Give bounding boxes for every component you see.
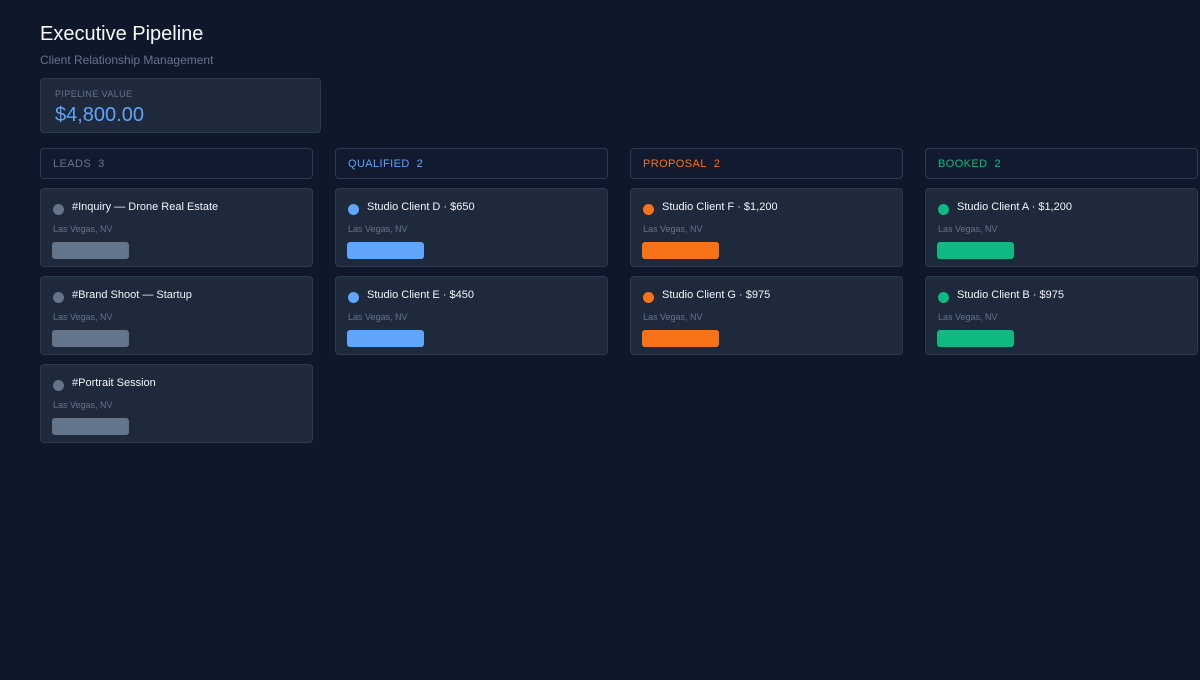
pipeline-card[interactable]: #Portrait Session Las Vegas, NV xyxy=(40,364,313,443)
card-title: Studio Client F · $1,200 xyxy=(662,201,778,213)
card-location: Las Vegas, NV xyxy=(348,224,408,234)
column-label: PROPOSAL xyxy=(643,157,707,170)
stage-pill[interactable] xyxy=(642,330,719,347)
status-dot-icon xyxy=(348,204,359,215)
column-count: 2 xyxy=(994,157,1001,170)
card-location: Las Vegas, NV xyxy=(938,224,998,234)
card-location: Las Vegas, NV xyxy=(643,224,703,234)
card-title: Studio Client D · $650 xyxy=(367,201,475,213)
status-dot-icon xyxy=(53,204,64,215)
column-header-leads[interactable]: LEADS 3 xyxy=(40,148,313,179)
pipeline-card[interactable]: #Brand Shoot — Startup Las Vegas, NV xyxy=(40,276,313,355)
column-label: BOOKED xyxy=(938,157,988,170)
stage-pill[interactable] xyxy=(347,330,424,347)
column-proposal: PROPOSAL 2 Studio Client F · $1,200 Las Veg… xyxy=(630,148,903,355)
column-booked: BOOKED 2 Studio Client A · $1,200 Las Vegas… xyxy=(925,148,1198,355)
page-header: Executive Pipeline Client Relationship M… xyxy=(40,21,213,67)
stage-pill[interactable] xyxy=(52,418,129,435)
column-leads: LEADS 3 #Inquiry — Drone Real Estate Las Ve… xyxy=(40,148,313,443)
pipeline-value-card: PIPELINE VALUE $4,800.00 xyxy=(40,78,321,133)
card-title: #Brand Shoot — Startup xyxy=(72,289,192,301)
page-title: Executive Pipeline xyxy=(40,23,204,45)
status-dot-icon xyxy=(938,204,949,215)
column-header-booked[interactable]: BOOKED 2 xyxy=(925,148,1198,179)
column-count: 2 xyxy=(713,157,721,170)
status-dot-icon xyxy=(643,204,654,215)
pipeline-card[interactable]: Studio Client F · $1,200 Las Vegas, NV xyxy=(630,188,903,267)
stage-pill[interactable] xyxy=(52,330,129,347)
column-count: 2 xyxy=(416,157,424,170)
column-qualified: QUALIFIED 2 Studio Client D · $650 Las Vega… xyxy=(335,148,608,355)
pipeline-card[interactable]: #Inquiry — Drone Real Estate Las Vegas, N… xyxy=(40,188,313,267)
pipeline-card[interactable]: Studio Client A · $1,200 Las Vegas, NV xyxy=(925,188,1198,267)
card-title: Studio Client E · $450 xyxy=(367,289,475,301)
card-title: Studio Client A · $1,200 xyxy=(957,201,1072,213)
card-title: Studio Client G · $975 xyxy=(662,289,771,301)
column-header-proposal[interactable]: PROPOSAL 2 xyxy=(630,148,903,179)
pipeline-card[interactable]: Studio Client B · $975 Las Vegas, NV xyxy=(925,276,1198,355)
status-dot-icon xyxy=(643,292,654,303)
card-location: Las Vegas, NV xyxy=(53,224,113,234)
column-header-qualified[interactable]: QUALIFIED 2 xyxy=(335,148,608,179)
column-label: QUALIFIED xyxy=(348,157,410,170)
column-count: 3 xyxy=(98,157,105,170)
status-dot-icon xyxy=(938,292,949,303)
card-location: Las Vegas, NV xyxy=(348,312,408,322)
stage-pill[interactable] xyxy=(937,242,1014,259)
stage-pill[interactable] xyxy=(347,242,424,259)
stage-pill[interactable] xyxy=(937,330,1014,347)
card-title: Studio Client B · $975 xyxy=(957,289,1065,301)
stage-pill[interactable] xyxy=(52,242,129,259)
column-label: LEADS xyxy=(53,157,92,170)
card-title: #Inquiry — Drone Real Estate xyxy=(72,201,219,213)
card-location: Las Vegas, NV xyxy=(643,312,703,322)
status-dot-icon xyxy=(53,292,64,303)
pipeline-value-amount: $4,800.00 xyxy=(55,104,144,126)
pipeline-card[interactable]: Studio Client D · $650 Las Vegas, NV xyxy=(335,188,608,267)
card-location: Las Vegas, NV xyxy=(53,400,113,410)
pipeline-card[interactable]: Studio Client E · $450 Las Vegas, NV xyxy=(335,276,608,355)
card-title: #Portrait Session xyxy=(72,377,156,389)
pipeline-card[interactable]: Studio Client G · $975 Las Vegas, NV xyxy=(630,276,903,355)
status-dot-icon xyxy=(53,380,64,391)
page-subtitle: Client Relationship Management xyxy=(40,53,214,67)
card-location: Las Vegas, NV xyxy=(938,312,998,322)
status-dot-icon xyxy=(348,292,359,303)
pipeline-value-label: PIPELINE VALUE xyxy=(55,89,133,99)
stage-pill[interactable] xyxy=(642,242,719,259)
card-location: Las Vegas, NV xyxy=(53,312,113,322)
